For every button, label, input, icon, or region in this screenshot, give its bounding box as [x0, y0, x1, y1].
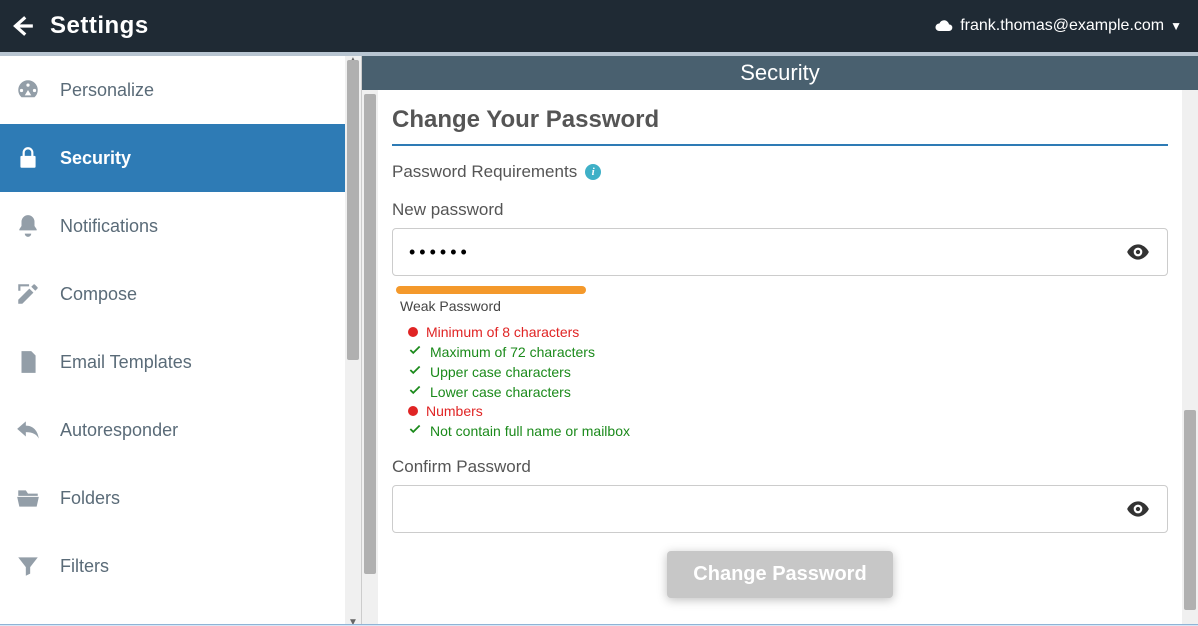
confirm-password-section: Confirm Password [392, 457, 1168, 533]
document-icon [14, 349, 42, 375]
eye-icon [1125, 496, 1151, 522]
new-password-label: New password [392, 200, 1168, 220]
rule-text: Lower case characters [430, 384, 571, 400]
gauge-icon [14, 77, 42, 103]
fail-dot-icon [408, 327, 418, 337]
sidebar-item-label: Autoresponder [60, 420, 178, 441]
new-password-wrap [392, 228, 1168, 276]
sidebar-scrollbar[interactable]: ▲ ▼ [345, 56, 361, 626]
sidebar-item-filters[interactable]: Filters [0, 532, 346, 600]
main-area: Personalize Security Notifications Compo… [0, 52, 1198, 626]
content-scroll-thumb-right[interactable] [1184, 410, 1196, 610]
confirm-password-label: Confirm Password [392, 457, 1168, 477]
sidebar-item-notifications[interactable]: Notifications [0, 192, 346, 260]
rule-text: Numbers [426, 403, 483, 419]
password-strength-bar [396, 286, 586, 294]
security-panel: Change Your Password Password Requiremen… [392, 90, 1168, 626]
change-password-button[interactable]: Change Password [667, 551, 892, 598]
sidebar-item-label: Folders [60, 488, 120, 509]
check-icon [408, 422, 422, 439]
top-bar: Settings frank.thomas@example.com ▼ [0, 0, 1198, 52]
content-container: Security Change Your Password Password R… [362, 56, 1198, 626]
check-icon [408, 383, 422, 400]
toggle-visibility-button[interactable] [1118, 228, 1158, 276]
content-scrollbar-right[interactable] [1182, 90, 1198, 626]
sidebar-item-label: Personalize [60, 80, 154, 101]
cloud-icon [934, 16, 954, 36]
rule-no-name: Not contain full name or mailbox [408, 422, 1168, 439]
caret-down-icon: ▼ [1170, 19, 1182, 33]
sidebar-item-personalize[interactable]: Personalize [0, 56, 346, 124]
submit-row: Change Password [392, 551, 1168, 598]
rule-min-chars: Minimum of 8 characters [408, 324, 1168, 340]
toggle-visibility-button[interactable] [1118, 485, 1158, 533]
info-icon[interactable]: i [585, 164, 601, 180]
top-bar-left: Settings [8, 12, 149, 40]
sidebar-item-compose[interactable]: Compose [0, 260, 346, 328]
bell-icon [14, 213, 42, 239]
sidebar-container: Personalize Security Notifications Compo… [0, 56, 362, 626]
rule-text: Not contain full name or mailbox [430, 423, 630, 439]
compose-icon [14, 281, 42, 307]
fail-dot-icon [408, 406, 418, 416]
user-menu[interactable]: frank.thomas@example.com ▼ [934, 16, 1182, 36]
confirm-password-wrap [392, 485, 1168, 533]
sidebar-item-autoresponder[interactable]: Autoresponder [0, 396, 346, 464]
sidebar-item-label: Filters [60, 556, 109, 577]
content-scrollbar-left[interactable] [362, 90, 378, 626]
lock-icon [14, 145, 42, 171]
section-divider [392, 144, 1168, 146]
rule-numbers: Numbers [408, 403, 1168, 419]
password-strength-label: Weak Password [400, 298, 1168, 314]
reply-icon [14, 417, 42, 443]
page-title: Settings [50, 12, 149, 40]
password-rules: Minimum of 8 characters Maximum of 72 ch… [408, 324, 1168, 439]
sidebar-item-email-templates[interactable]: Email Templates [0, 328, 346, 396]
rule-text: Upper case characters [430, 364, 571, 380]
rule-uppercase: Upper case characters [408, 363, 1168, 380]
rule-text: Maximum of 72 characters [430, 344, 595, 360]
sidebar-item-security[interactable]: Security [0, 124, 346, 192]
sidebar-scroll-thumb[interactable] [347, 60, 359, 360]
user-email: frank.thomas@example.com [960, 17, 1164, 35]
rule-lowercase: Lower case characters [408, 383, 1168, 400]
sidebar-item-label: Compose [60, 284, 137, 305]
requirements-label: Password Requirements [392, 162, 577, 182]
rule-max-chars: Maximum of 72 characters [408, 343, 1168, 360]
content-scroll-thumb-left[interactable] [364, 94, 376, 574]
check-icon [408, 343, 422, 360]
sidebar-item-label: Email Templates [60, 352, 192, 373]
funnel-icon [14, 553, 42, 579]
folder-icon [14, 485, 42, 511]
new-password-input[interactable] [392, 228, 1168, 276]
sidebar-item-label: Notifications [60, 216, 158, 237]
check-icon [408, 363, 422, 380]
confirm-password-input[interactable] [392, 485, 1168, 533]
requirements-row: Password Requirements i [392, 162, 1168, 182]
content-header: Security [362, 56, 1198, 90]
sidebar-item-folders[interactable]: Folders [0, 464, 346, 532]
sidebar-item-label: Security [60, 148, 131, 169]
rule-text: Minimum of 8 characters [426, 324, 579, 340]
sidebar: Personalize Security Notifications Compo… [0, 56, 346, 600]
back-arrow-icon[interactable] [8, 12, 36, 40]
section-title: Change Your Password [392, 106, 1168, 134]
eye-icon [1125, 239, 1151, 265]
